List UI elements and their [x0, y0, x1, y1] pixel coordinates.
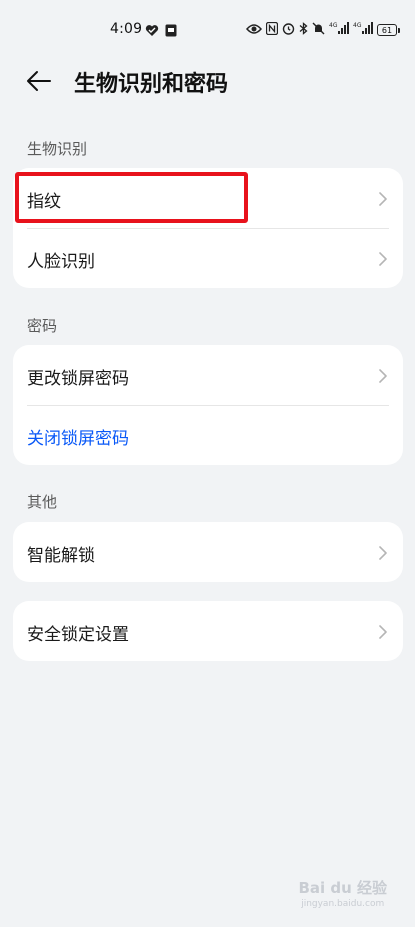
watermark-url: jingyan.baidu.com	[301, 899, 385, 909]
signal-icon: 4G	[353, 20, 373, 39]
change-lock-password-item[interactable]: 更改锁屏密码	[13, 345, 403, 405]
security-lock-settings-item[interactable]: 安全锁定设置	[13, 601, 403, 661]
highlight-annotation	[15, 172, 248, 223]
status-right-icons: 4G 4G 61	[246, 20, 400, 39]
battery-icon: 61	[377, 23, 400, 36]
change-lock-password-label: 更改锁屏密码	[27, 369, 129, 389]
svg-text:4G: 4G	[353, 22, 362, 29]
status-bar: 4:09 4G 4G 61	[0, 0, 415, 60]
section-label-password: 密码	[27, 317, 58, 335]
alarm-icon	[282, 20, 295, 39]
security-card: 安全锁定设置	[13, 601, 403, 661]
mute-icon	[312, 20, 325, 39]
security-lock-settings-label: 安全锁定设置	[27, 625, 129, 645]
chevron-right-icon	[379, 251, 387, 270]
disable-lock-password-item[interactable]: 关闭锁屏密码	[13, 405, 403, 465]
face-recognition-item[interactable]: 人脸识别	[13, 228, 403, 288]
signal-icon: 4G	[329, 20, 349, 39]
arrow-left-icon	[24, 71, 54, 100]
status-left-icons	[145, 22, 177, 41]
chevron-right-icon	[379, 624, 387, 643]
status-time: 4:09	[110, 21, 143, 37]
disable-lock-password-label: 关闭锁屏密码	[27, 429, 129, 449]
smart-unlock-item[interactable]: 智能解锁	[13, 522, 403, 582]
other-card: 智能解锁	[13, 522, 403, 582]
face-recognition-label: 人脸识别	[27, 252, 95, 272]
chevron-right-icon	[379, 368, 387, 387]
chevron-right-icon	[379, 191, 387, 210]
header: 生物识别和密码	[0, 58, 415, 104]
section-label-other: 其他	[27, 493, 58, 511]
chevron-right-icon	[379, 545, 387, 564]
page-title: 生物识别和密码	[74, 72, 229, 97]
heart-icon	[145, 22, 159, 41]
svg-text:4G: 4G	[329, 22, 338, 29]
section-label-biometrics: 生物识别	[27, 140, 88, 158]
eye-icon	[246, 20, 262, 39]
watermark-brand: Bai du 经验	[298, 879, 387, 897]
password-card: 更改锁屏密码 关闭锁屏密码	[13, 345, 403, 465]
smart-unlock-label: 智能解锁	[27, 546, 95, 566]
bluetooth-icon	[299, 20, 308, 39]
baidu-watermark: Bai du 经验 jingyan.baidu.com	[298, 877, 387, 909]
nfc-icon	[265, 20, 279, 39]
sim-icon	[165, 22, 177, 41]
back-button[interactable]	[24, 66, 58, 96]
